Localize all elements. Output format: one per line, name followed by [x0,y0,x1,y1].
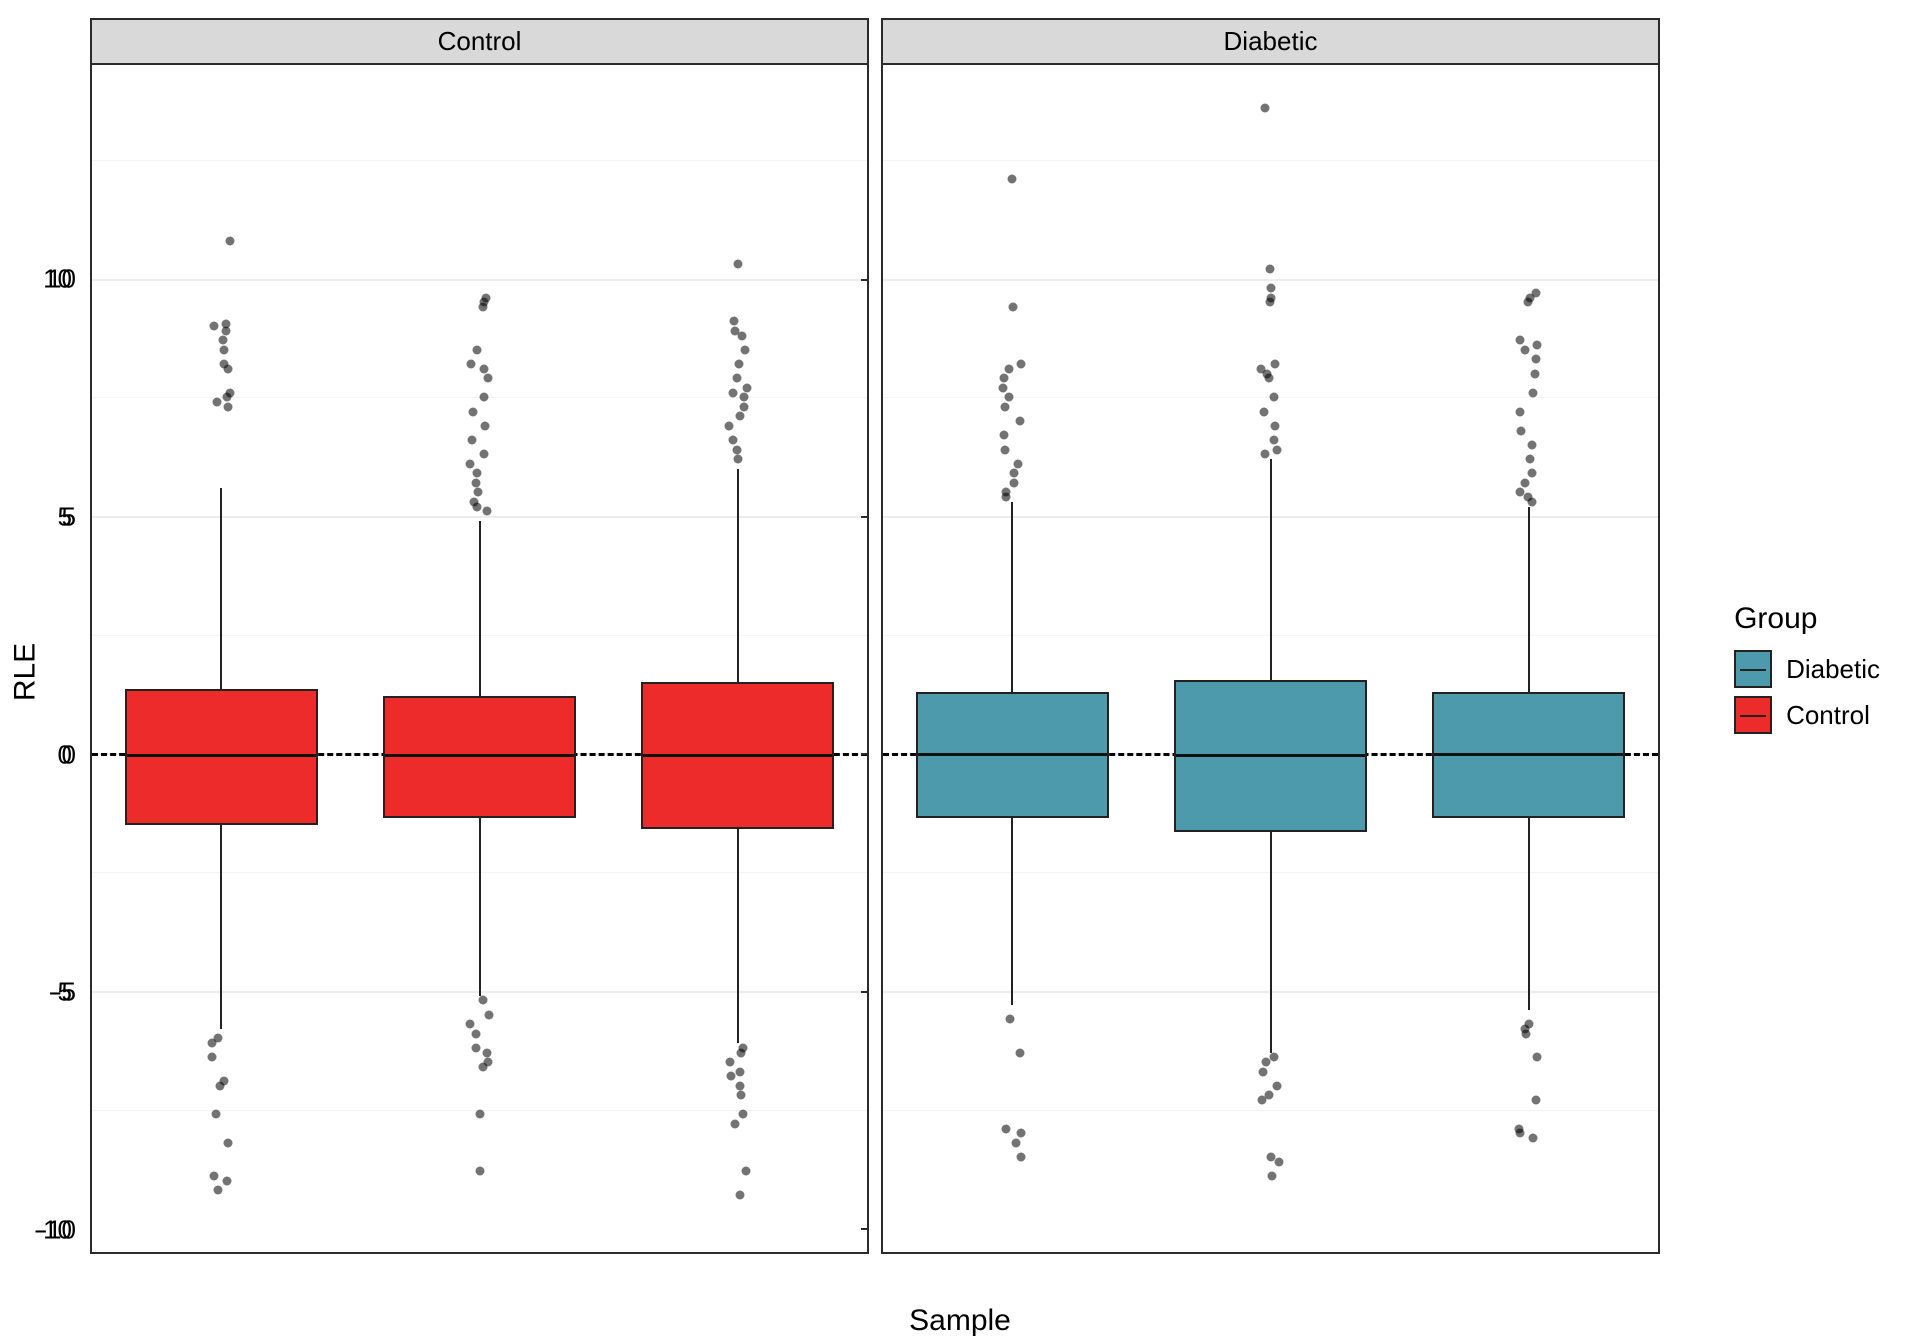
outlier-point [1533,1053,1542,1062]
legend-title: Group [1734,602,1880,636]
legend-item-control: Control [1734,696,1880,734]
legend-label: Control [1786,700,1870,731]
outlier-point [735,1067,744,1076]
outlier-point [732,445,741,454]
outlier-point [1517,426,1526,435]
facet-strip: Control [90,18,869,65]
outlier-point [735,1191,744,1200]
outlier-point [1532,1096,1541,1105]
outlier-point [734,260,743,269]
facet-diabetic: Diabetic 179_F 187_F 188_F [881,18,1660,1254]
x-tick-label: 188_F [1492,1252,1566,1254]
outlier-point [1529,388,1538,397]
outlier-point [742,383,751,392]
x-axis-label: Sample [909,1304,1011,1338]
outlier-point [731,1119,740,1128]
outlier-point [1529,1134,1538,1143]
outlier-point [1530,369,1539,378]
outlier-point [741,1167,750,1176]
legend-label: Diabetic [1786,654,1880,685]
boxplot-188_F [883,65,1658,1252]
outlier-point [1533,341,1542,350]
box [1432,692,1626,818]
x-tick-label: 192_F [443,1252,517,1254]
x-tick-label: 194_F [701,1252,775,1254]
outlier-point [1521,478,1530,487]
facet-strip: Diabetic [881,18,1660,65]
outlier-point [738,331,747,340]
outlier-point [735,1081,744,1090]
outlier-point [735,412,744,421]
plot-area-diabetic: 179_F 187_F 188_F [881,65,1660,1254]
y-tick-label: 5 [62,501,76,532]
x-tick-label: 179_F [976,1252,1050,1254]
chart-root: { "axis": { "ylabel": "RLE", "xlabel": "… [0,0,1920,1344]
outlier-point [1524,493,1533,502]
x-tick-label: 187_F [1234,1252,1308,1254]
outlier-point [1520,345,1529,354]
outlier-point [1516,407,1525,416]
outlier-point [740,345,749,354]
outlier-point [735,360,744,369]
outlier-point [725,1058,734,1067]
legend-item-diabetic: Diabetic [1734,650,1880,688]
legend-swatch-diabetic [1734,650,1772,688]
outlier-point [738,1110,747,1119]
facet-control: Control 190_F192_F194_F -10-50510 [90,18,869,1254]
outlier-point [730,326,739,335]
legend-swatch-control [1734,696,1772,734]
y-tick-label: -5 [53,977,76,1008]
outlier-point [736,1048,745,1057]
y-tick-label: 0 [62,739,76,770]
outlier-point [733,455,742,464]
outlier-point [1515,488,1524,497]
outlier-point [737,1091,746,1100]
outlier-point [1515,336,1524,345]
outlier-point [728,436,737,445]
y-tick-label: -10 [38,1215,76,1246]
outlier-point [739,393,748,402]
legend: Group Diabetic Control [1734,602,1880,742]
plot-area-control: 190_F 192_F 194_F [90,65,869,1254]
outlier-point [1531,288,1540,297]
outlier-point [1528,440,1537,449]
outlier-point [740,402,749,411]
outlier-point [1521,1029,1530,1038]
outlier-point [1515,1129,1524,1138]
outlier-point [730,317,739,326]
boxplot-194_F [92,65,867,1252]
outlier-point [732,374,741,383]
y-tick-label: 10 [47,264,76,295]
box [641,682,835,829]
outlier-point [728,388,737,397]
outlier-point [1526,455,1535,464]
facet-panels: Control 190_F192_F194_F -10-50510 Diabet… [90,18,1660,1254]
outlier-point [1528,469,1537,478]
y-axis-label: RLE [9,643,43,701]
outlier-point [726,1072,735,1081]
outlier-point [1532,355,1541,364]
x-tick-label: 190_F [185,1252,259,1254]
outlier-point [724,421,733,430]
